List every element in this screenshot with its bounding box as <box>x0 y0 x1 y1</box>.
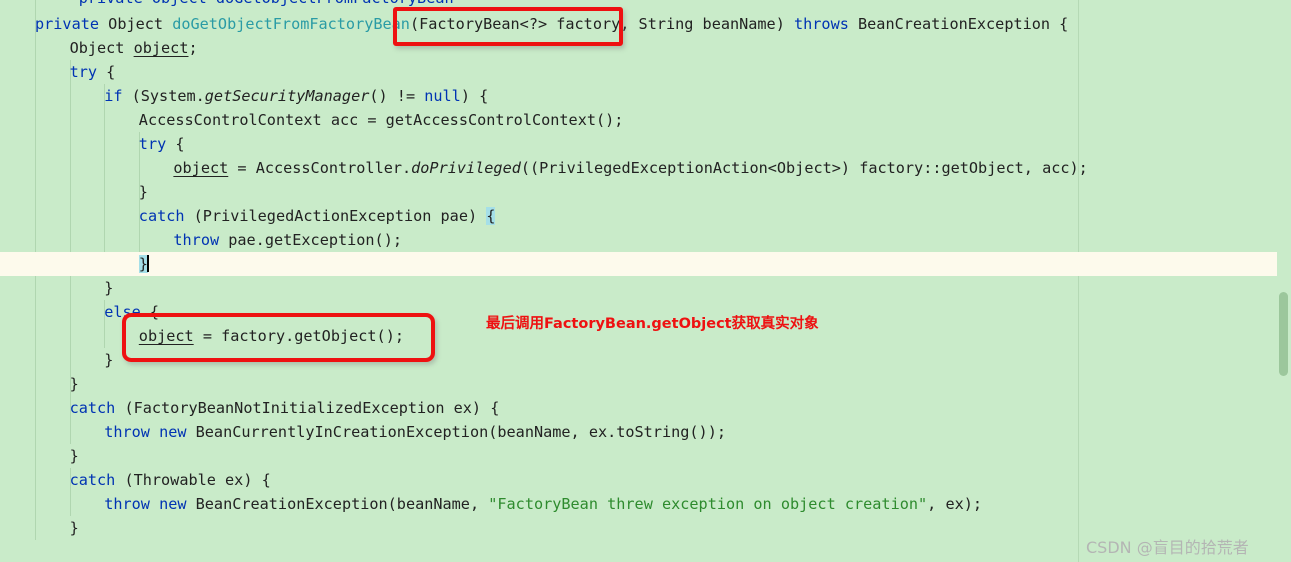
code-line-text: catch (Throwable ex) { <box>70 468 271 492</box>
code-line-text: object = AccessController.doPrivileged((… <box>173 156 1087 180</box>
code-token: object <box>173 159 229 177</box>
code-line-text: throw pae.getException(); <box>173 228 402 252</box>
code-line-text: throw new BeanCreationException(beanName… <box>104 492 982 516</box>
code-token: = AccessController. <box>228 159 412 177</box>
code-token: catch <box>69 471 116 489</box>
code-token: doPrivileged <box>411 159 521 177</box>
code-token: pae.getException(); <box>219 231 402 249</box>
code-token: null <box>424 87 461 105</box>
code-token: { <box>166 135 185 153</box>
code-token: } <box>69 519 79 537</box>
box-method-params <box>393 7 623 46</box>
code-line[interactable]: } <box>0 252 1291 276</box>
code-editor-screenshot: private Object doGetObjectFromFactoryBea… <box>0 0 1291 562</box>
code-token: } <box>138 183 148 201</box>
code-line[interactable]: throw new BeanCreationException(beanName… <box>0 492 1291 516</box>
code-token: , ex); <box>927 495 983 513</box>
box-get-object-call <box>122 313 435 362</box>
code-line[interactable]: object = AccessController.doPrivileged((… <box>0 156 1291 180</box>
code-line[interactable]: Object object; <box>0 36 1291 60</box>
code-line[interactable]: } <box>0 444 1291 468</box>
code-line-text: throw new BeanCurrentlyInCreationExcepti… <box>104 420 726 444</box>
code-token: new <box>159 495 187 513</box>
code-line-text: } <box>70 516 79 540</box>
code-line-text: } <box>104 276 113 300</box>
code-token: if <box>104 87 123 105</box>
code-token: try <box>69 63 98 81</box>
code-line-text: AccessControlContext acc = getAccessCont… <box>139 108 624 132</box>
code-line-text: } <box>138 252 149 276</box>
code-token: (Throwable ex) { <box>115 471 271 489</box>
code-token: () != <box>369 87 425 105</box>
code-content[interactable]: private Object doGetObjectFromFactoryBea… <box>0 0 1291 562</box>
code-line[interactable]: catch (Throwable ex) { <box>0 468 1291 492</box>
code-token: (PrivilegedActionException pae) <box>184 207 487 225</box>
code-token: getSecurityManager <box>204 87 370 105</box>
code-line-text: try { <box>139 132 185 156</box>
code-token: } <box>69 447 79 465</box>
code-token: object <box>133 39 189 57</box>
code-token: throw <box>104 423 150 441</box>
code-token: AccessControlContext acc = getAccessCont… <box>138 111 624 129</box>
code-token: doGetObjectFromFactoryBean <box>172 15 410 33</box>
code-token: } <box>104 351 114 369</box>
code-token: BeanCreationException { <box>848 15 1069 33</box>
code-line-text: catch (FactoryBeanNotInitializedExceptio… <box>70 396 500 420</box>
code-line[interactable]: try { <box>0 60 1291 84</box>
code-token: BeanCreationException(beanName, <box>186 495 489 513</box>
code-token: catch <box>69 399 116 417</box>
code-line[interactable]: if (System.getSecurityManager() != null)… <box>0 84 1291 108</box>
code-line[interactable]: private Object doGetObjectFromFactoryBea… <box>0 12 1291 36</box>
note-get-object: 最后调用FactoryBean.getObject获取真实对象 <box>486 316 819 332</box>
code-line[interactable]: try { <box>0 132 1291 156</box>
vertical-scrollbar-thumb[interactable] <box>1279 292 1288 376</box>
code-line-text: } <box>70 444 79 468</box>
code-token: } <box>69 375 79 393</box>
code-line-text: try { <box>70 60 116 84</box>
code-token: (System. <box>122 87 205 105</box>
code-token: private <box>35 15 100 33</box>
code-token: ((PrivilegedExceptionAction<Object>) fac… <box>520 159 1088 177</box>
code-line[interactable]: catch (FactoryBeanNotInitializedExceptio… <box>0 396 1291 420</box>
vertical-scrollbar-track[interactable] <box>1277 0 1291 562</box>
text-caret <box>146 255 149 272</box>
code-token: try <box>138 135 167 153</box>
code-token: ) { <box>460 87 489 105</box>
code-line[interactable]: throw new BeanCurrentlyInCreationExcepti… <box>0 420 1291 444</box>
code-line-text: Object object; <box>70 36 198 60</box>
csdn-watermark: CSDN @盲目的拾荒者 <box>1086 538 1249 557</box>
code-token: "FactoryBean threw exception on object c… <box>488 495 928 513</box>
code-token: Object <box>108 15 164 33</box>
code-line[interactable]: throw pae.getException(); <box>0 228 1291 252</box>
code-token: { <box>97 63 116 81</box>
code-token: catch <box>138 207 185 225</box>
code-token: BeanCurrentlyInCreationException(beanNam… <box>186 423 726 441</box>
code-line[interactable]: catch (PrivilegedActionException pae) { <box>0 204 1291 228</box>
code-line-text: } <box>70 372 79 396</box>
code-token: { <box>486 207 496 225</box>
code-line-text: catch (PrivilegedActionException pae) { <box>139 204 496 228</box>
code-token: } <box>104 279 114 297</box>
code-token: throws <box>794 15 849 33</box>
code-line[interactable]: } <box>0 372 1291 396</box>
code-line-text: } <box>104 348 113 372</box>
code-token: Object <box>69 39 134 57</box>
code-line-text: if (System.getSecurityManager() != null)… <box>104 84 488 108</box>
code-token: (FactoryBeanNotInitializedException ex) … <box>115 399 500 417</box>
code-token: new <box>159 423 187 441</box>
code-token: ; <box>188 39 198 57</box>
code-line-partial-top[interactable]: private Object doGetObjectFromFactoryBea… <box>0 0 1291 10</box>
code-token: throw <box>173 231 220 249</box>
code-line-text: } <box>139 180 148 204</box>
code-line[interactable]: } <box>0 180 1291 204</box>
code-token: throw <box>104 495 150 513</box>
code-line[interactable]: } <box>0 276 1291 300</box>
code-line[interactable]: AccessControlContext acc = getAccessCont… <box>0 108 1291 132</box>
